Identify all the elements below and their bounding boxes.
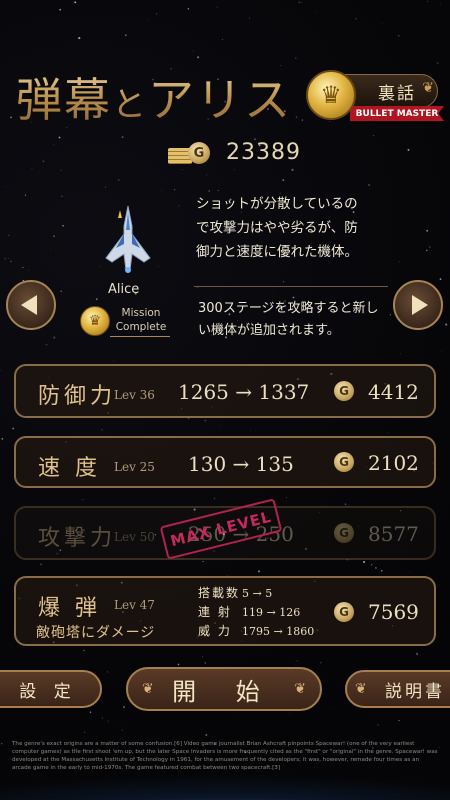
arrow-left-icon bbox=[21, 295, 37, 315]
upgrade-cost: 4412 bbox=[368, 380, 419, 404]
arrow-right-icon bbox=[412, 295, 428, 315]
next-ship-button[interactable] bbox=[393, 280, 443, 330]
ornament-icon: ❦ bbox=[142, 681, 154, 697]
bomb-stats: 搭載数 5 → 5 連 射 119 → 126 威 力 1795 → 1860 bbox=[198, 586, 315, 638]
crown-icon: ♛ bbox=[306, 70, 356, 120]
ship-description: ショットが分散しているの で攻撃力はやや劣るが、防 御力と速度に優れた機体。 bbox=[196, 196, 358, 260]
stat-change: 1265 → 1337 bbox=[178, 380, 310, 404]
bullet-master-ribbon: BULLET MASTER bbox=[350, 106, 444, 121]
bomb-subtitle: 敵砲塔にダメージ bbox=[36, 625, 156, 641]
flavor-text: The genre's exact origins are a matter o… bbox=[12, 741, 438, 771]
gold-coin-icon: G bbox=[334, 452, 354, 472]
stat-level: Lev 47 bbox=[114, 598, 155, 612]
stat-change: 130 → 135 bbox=[188, 452, 294, 476]
start-label: 開 始 bbox=[172, 677, 276, 706]
upgrade-cost: 2102 bbox=[368, 451, 419, 475]
ornament-icon: ❦ bbox=[355, 681, 367, 697]
upgrade-cost: 7569 bbox=[368, 600, 419, 624]
stat-name: 爆 弾 bbox=[38, 596, 101, 621]
ornament-icon: ❦ bbox=[294, 681, 306, 697]
stat-level: Lev 36 bbox=[114, 388, 155, 402]
gold-coin-icon: G bbox=[334, 602, 354, 622]
secret-story-button[interactable]: 裏話 ❦ ♛ BULLET MASTER bbox=[306, 70, 444, 122]
stat-level: Lev 50 bbox=[114, 530, 155, 544]
stat-name: 攻撃力 bbox=[38, 526, 117, 551]
upgrade-bomb-button[interactable]: 爆 弾 Lev 47 敵砲塔にダメージ 搭載数 5 → 5 連 射 119 → 12… bbox=[14, 576, 436, 646]
settings-label: 設 定 bbox=[19, 681, 77, 702]
upgrade-defense-button[interactable]: 防御力 Lev 36 1265 → 1337 G 4412 bbox=[14, 364, 436, 418]
settings-button[interactable]: 設 定 bbox=[0, 670, 102, 708]
stat-name: 防御力 bbox=[38, 384, 117, 409]
ship-name: Alice bbox=[108, 282, 140, 297]
manual-label: 説明書 bbox=[385, 681, 445, 702]
gold-coins-icon: G bbox=[168, 140, 212, 166]
upgrade-speed-button[interactable]: 速 度 Lev 25 130 → 135 G 2102 bbox=[14, 436, 436, 488]
ornament-icon: ❦ bbox=[422, 80, 434, 96]
game-title: 弾幕とアリス bbox=[16, 64, 292, 130]
stat-level: Lev 25 bbox=[114, 460, 155, 474]
upgrade-cost: 8577 bbox=[368, 522, 419, 546]
gold-coin-icon: G bbox=[334, 523, 354, 543]
fighter-ship-icon bbox=[105, 205, 151, 273]
divider bbox=[194, 286, 388, 287]
gold-amount: 23389 bbox=[226, 140, 301, 165]
previous-ship-button[interactable] bbox=[6, 280, 56, 330]
stat-name: 速 度 bbox=[38, 456, 101, 481]
gold-coin-icon: G bbox=[334, 381, 354, 401]
manual-button[interactable]: ❦ 説明書 bbox=[345, 670, 450, 708]
start-button[interactable]: ❦ 開 始 ❦ bbox=[126, 667, 322, 711]
crown-crest-icon: ♛ bbox=[80, 306, 110, 336]
unlock-note: 300ステージを攻略すると新し い機体が追加されます。 bbox=[198, 301, 379, 338]
mission-complete-badge: ♛ Mission Complete bbox=[80, 306, 170, 338]
